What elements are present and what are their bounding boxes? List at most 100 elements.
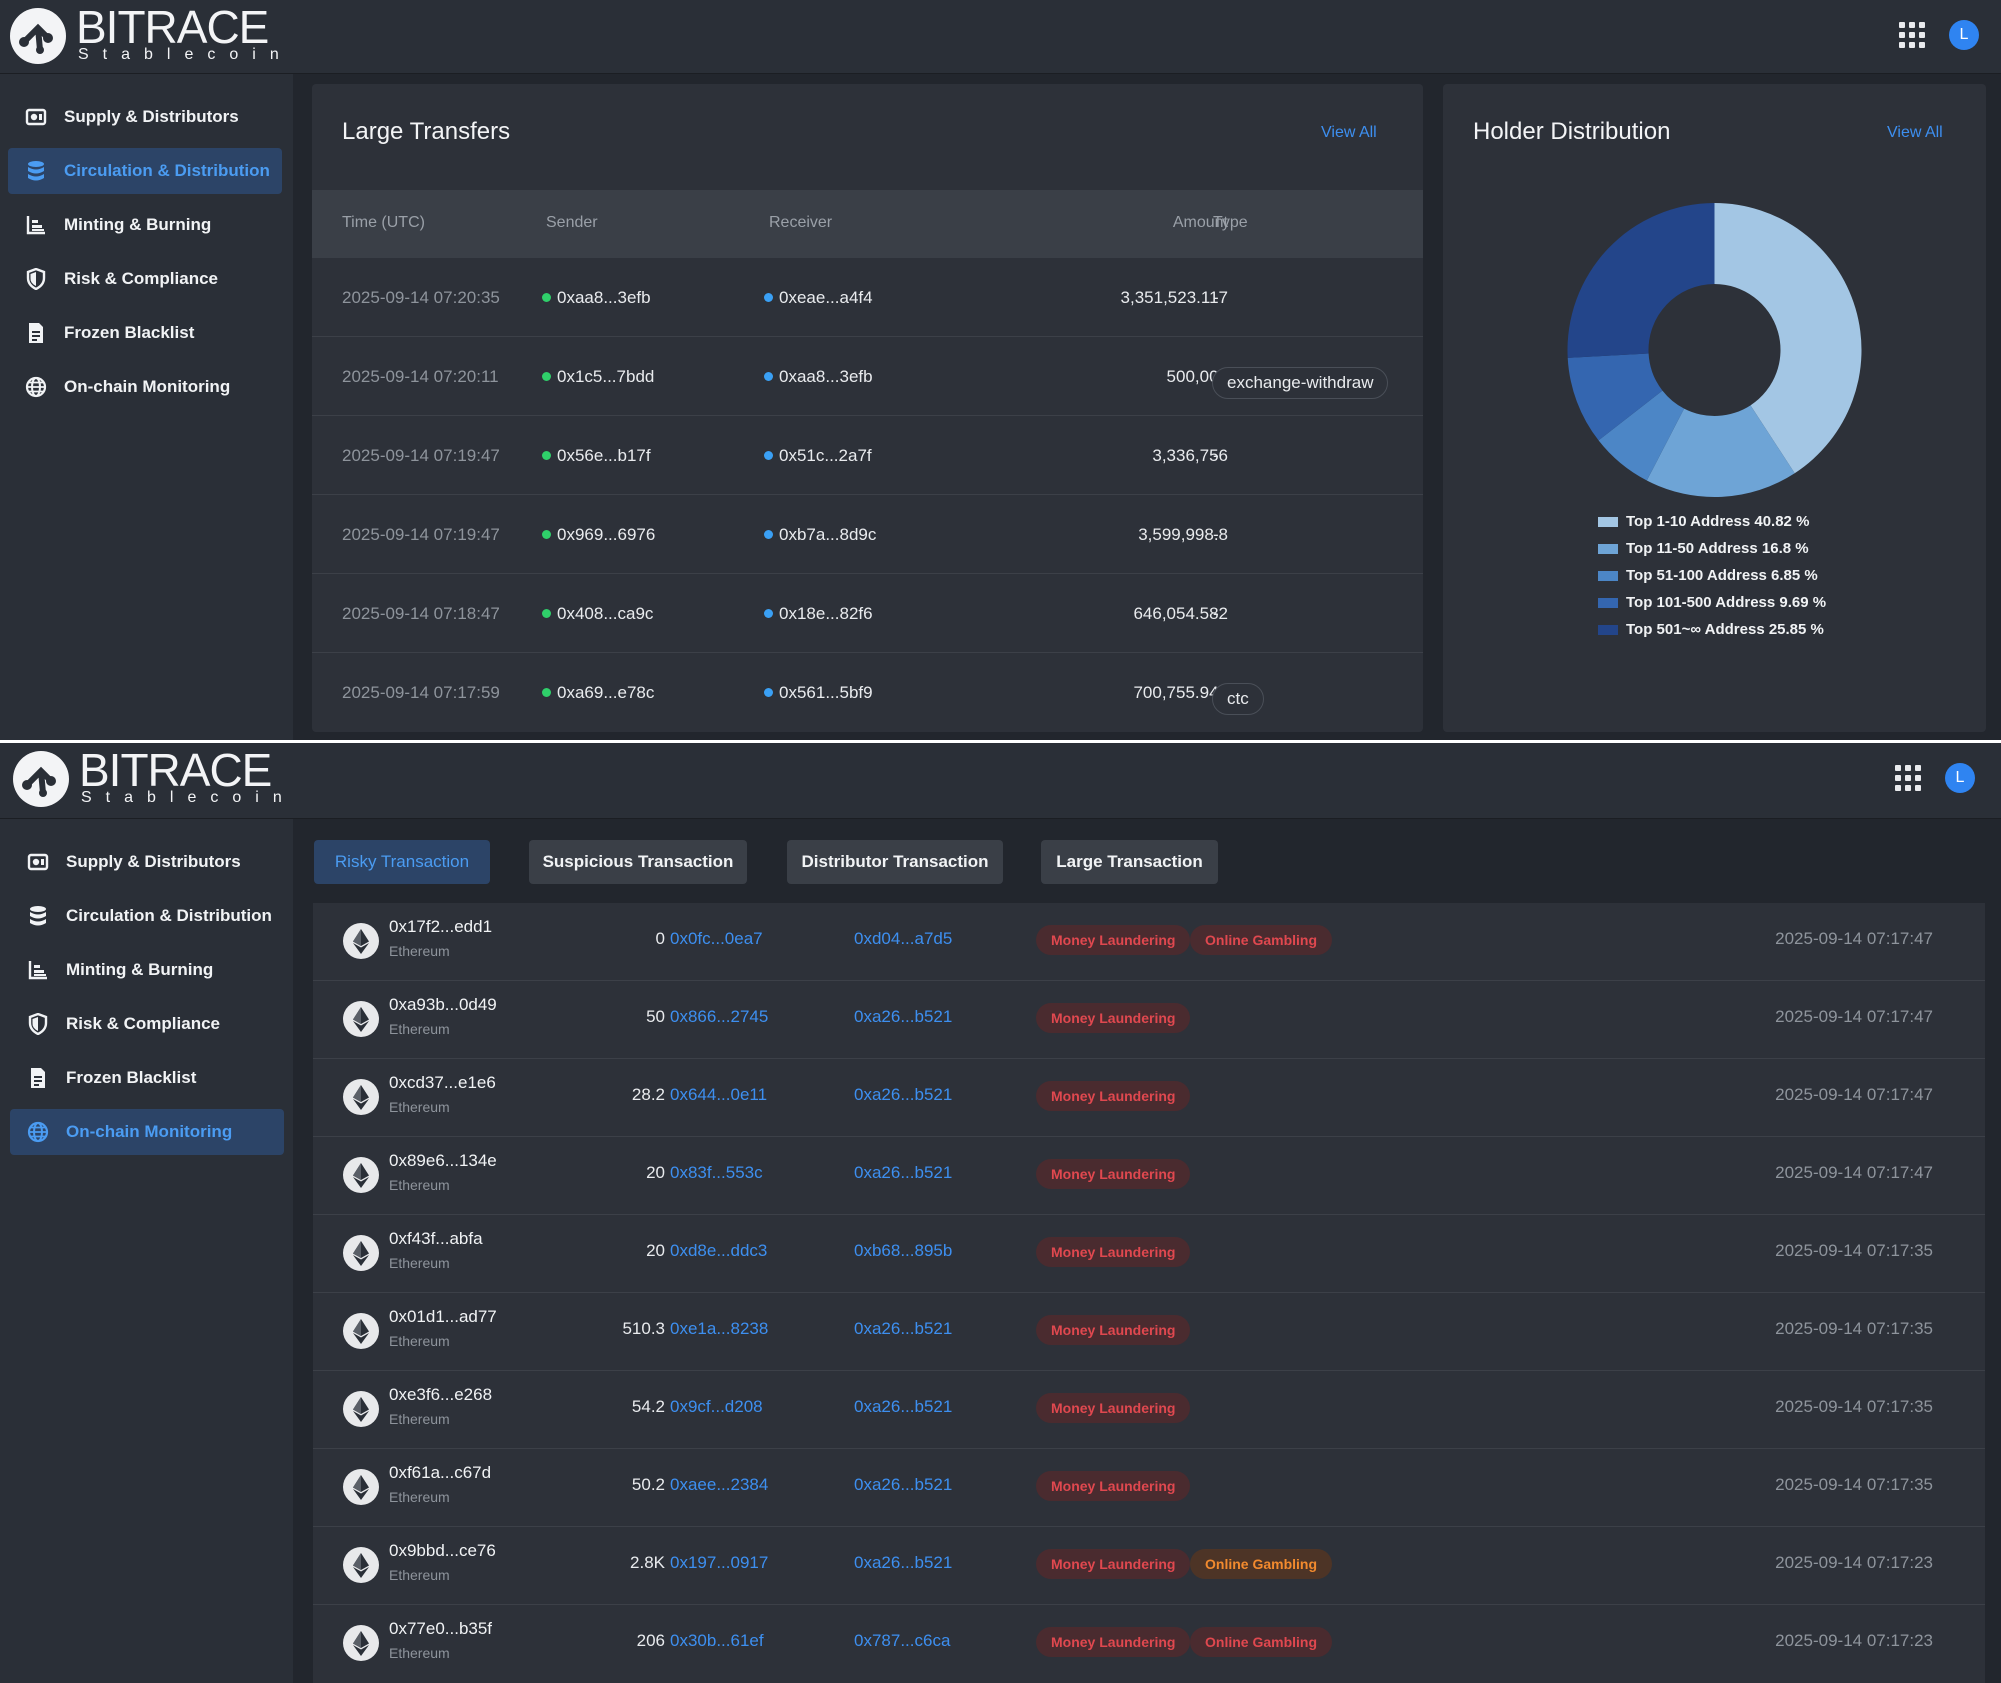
ethereum-icon xyxy=(343,1313,379,1349)
to-address[interactable]: 0xd04...a7d5 xyxy=(854,929,952,949)
receiver-cell[interactable]: 0x51c...2a7f xyxy=(764,446,872,466)
receiver-dot-icon xyxy=(764,293,773,302)
to-address[interactable]: 0xb68...895b xyxy=(854,1241,952,1261)
sidebar-item-minting-burning[interactable]: Minting & Burning xyxy=(10,947,284,993)
tx-hash[interactable]: 0xf61a...c67d xyxy=(389,1463,491,1483)
chain-name: Ethereum xyxy=(389,1099,450,1115)
sidebar-item-supply-distributors[interactable]: Supply & Distributors xyxy=(8,94,282,140)
table-row[interactable]: 2025-09-14 07:20:35 0xaa8...3efb 0xeae..… xyxy=(312,258,1423,337)
apps-grid-icon[interactable] xyxy=(1899,22,1925,48)
table-row[interactable]: 2025-09-14 07:18:47 0x408...ca9c 0x18e..… xyxy=(312,574,1423,653)
sidebar-item-label: Frozen Blacklist xyxy=(66,1068,197,1087)
table-row[interactable]: 0x17f2...edd1 Ethereum 0 0x0fc...0ea7 0x… xyxy=(313,903,1985,981)
from-address[interactable]: 0x83f...553c xyxy=(670,1163,763,1183)
tx-hash[interactable]: 0x9bbd...ce76 xyxy=(389,1541,496,1561)
sidebar-item-onchain-monitoring[interactable]: On-chain Monitoring xyxy=(10,1109,284,1155)
table-row[interactable]: 0xf61a...c67d Ethereum 50.2 0xaee...2384… xyxy=(313,1449,1985,1527)
document-icon xyxy=(24,321,48,345)
to-address[interactable]: 0xa26...b521 xyxy=(854,1553,952,1573)
risk-tag-money-laundering: Money Laundering xyxy=(1036,1003,1191,1033)
table-row[interactable]: 0xe3f6...e268 Ethereum 54.2 0x9cf...d208… xyxy=(313,1371,1985,1449)
tx-hash[interactable]: 0x77e0...b35f xyxy=(389,1619,492,1639)
sender-cell[interactable]: 0x408...ca9c xyxy=(542,604,653,624)
tx-hash[interactable]: 0x89e6...134e xyxy=(389,1151,497,1171)
sidebar-item-supply-distributors[interactable]: Supply & Distributors xyxy=(10,839,284,885)
tab-large-transaction[interactable]: Large Transaction xyxy=(1041,840,1218,884)
table-row[interactable]: 2025-09-14 07:19:47 0x56e...b17f 0x51c..… xyxy=(312,416,1423,495)
to-address[interactable]: 0xa26...b521 xyxy=(854,1163,952,1183)
tx-hash[interactable]: 0xcd37...e1e6 xyxy=(389,1073,496,1093)
to-address[interactable]: 0xa26...b521 xyxy=(854,1007,952,1027)
table-row[interactable]: 0x77e0...b35f Ethereum 206 0x30b...61ef … xyxy=(313,1605,1985,1683)
apps-grid-icon[interactable] xyxy=(1895,765,1921,791)
tx-hash[interactable]: 0xe3f6...e268 xyxy=(389,1385,492,1405)
to-address[interactable]: 0xa26...b521 xyxy=(854,1475,952,1495)
tab-risky-transaction[interactable]: Risky Transaction xyxy=(314,840,490,884)
legend-item[interactable]: Top 51-100 Address 6.85 % xyxy=(1598,562,1826,589)
sidebar-item-frozen-blacklist[interactable]: Frozen Blacklist xyxy=(10,1055,284,1101)
receiver-cell[interactable]: 0x18e...82f6 xyxy=(764,604,873,624)
sender-cell[interactable]: 0x969...6976 xyxy=(542,525,655,545)
table-row[interactable]: 0xa93b...0d49 Ethereum 50 0x866...2745 0… xyxy=(313,981,1985,1059)
from-address[interactable]: 0x0fc...0ea7 xyxy=(670,929,763,949)
table-row[interactable]: 0x01d1...ad77 Ethereum 510.3 0xe1a...823… xyxy=(313,1293,1985,1371)
view-all-link[interactable]: View All xyxy=(1321,124,1377,142)
sender-cell[interactable]: 0x1c5...7bdd xyxy=(542,367,654,387)
table-row[interactable]: 2025-09-14 07:19:47 0x969...6976 0xb7a..… xyxy=(312,495,1423,574)
to-address[interactable]: 0x787...c6ca xyxy=(854,1631,950,1651)
user-avatar[interactable]: L xyxy=(1949,20,1979,50)
bitrace-logo[interactable]: BITRACE Stablecoin xyxy=(10,3,279,68)
table-row[interactable]: 0x9bbd...ce76 Ethereum 2.8K 0x197...0917… xyxy=(313,1527,1985,1605)
to-address[interactable]: 0xa26...b521 xyxy=(854,1085,952,1105)
receiver-cell[interactable]: 0xeae...a4f4 xyxy=(764,288,873,308)
sidebar-item-circulation-distribution[interactable]: Circulation & Distribution xyxy=(8,148,282,194)
tab-distributor-transaction[interactable]: Distributor Transaction xyxy=(787,840,1003,884)
from-address[interactable]: 0x9cf...d208 xyxy=(670,1397,763,1417)
from-address[interactable]: 0xe1a...8238 xyxy=(670,1319,768,1339)
legend-item[interactable]: Top 11-50 Address 16.8 % xyxy=(1598,535,1826,562)
sidebar-item-circulation-distribution[interactable]: Circulation & Distribution xyxy=(10,893,284,939)
sender-cell[interactable]: 0xa69...e78c xyxy=(542,683,654,703)
table-row[interactable]: 2025-09-14 07:17:59 0xa69...e78c 0x561..… xyxy=(312,653,1423,732)
receiver-cell[interactable]: 0xb7a...8d9c xyxy=(764,525,876,545)
legend-item[interactable]: Top 101-500 Address 9.69 % xyxy=(1598,589,1826,616)
bitrace-logo[interactable]: BITRACE Stablecoin xyxy=(13,746,282,811)
table-row[interactable]: 2025-09-14 07:20:11 0x1c5...7bdd 0xaa8..… xyxy=(312,337,1423,416)
tx-hash[interactable]: 0xa93b...0d49 xyxy=(389,995,497,1015)
from-address[interactable]: 0xd8e...ddc3 xyxy=(670,1241,767,1261)
sender-cell[interactable]: 0xaa8...3efb xyxy=(542,288,651,308)
sidebar-item-minting-burning[interactable]: Minting & Burning xyxy=(8,202,282,248)
sidebar-item-onchain-monitoring[interactable]: On-chain Monitoring xyxy=(8,364,282,410)
from-address[interactable]: 0x30b...61ef xyxy=(670,1631,764,1651)
risk-tag-online-gambling: Online Gambling xyxy=(1190,1549,1333,1579)
tx-hash[interactable]: 0x17f2...edd1 xyxy=(389,917,492,937)
chain-name: Ethereum xyxy=(389,1567,450,1583)
tx-hash[interactable]: 0x01d1...ad77 xyxy=(389,1307,497,1327)
tab-suspicious-transaction[interactable]: Suspicious Transaction xyxy=(529,840,747,884)
amount-cell: 700,755.944 xyxy=(1133,683,1228,702)
to-address[interactable]: 0xa26...b521 xyxy=(854,1397,952,1417)
legend-item[interactable]: Top 1-10 Address 40.82 % xyxy=(1598,508,1826,535)
type-cell: - xyxy=(1213,525,1219,544)
legend-item[interactable]: Top 501~∞ Address 25.85 % xyxy=(1598,616,1826,643)
receiver-cell[interactable]: 0xaa8...3efb xyxy=(764,367,873,387)
from-address[interactable]: 0xaee...2384 xyxy=(670,1475,768,1495)
sidebar-item-risk-compliance[interactable]: Risk & Compliance xyxy=(10,1001,284,1047)
to-address[interactable]: 0xa26...b521 xyxy=(854,1319,952,1339)
from-address[interactable]: 0x197...0917 xyxy=(670,1553,768,1573)
view-all-link[interactable]: View All xyxy=(1887,124,1943,142)
from-address[interactable]: 0x644...0e11 xyxy=(670,1085,767,1105)
amount-cell: 206 xyxy=(636,1631,665,1650)
table-row[interactable]: 0x89e6...134e Ethereum 20 0x83f...553c 0… xyxy=(313,1137,1985,1215)
receiver-cell[interactable]: 0x561...5bf9 xyxy=(764,683,873,703)
type-cell: - xyxy=(1213,604,1219,623)
user-avatar[interactable]: L xyxy=(1945,763,1975,793)
table-row[interactable]: 0xcd37...e1e6 Ethereum 28.2 0x644...0e11… xyxy=(313,1059,1985,1137)
donut-slice-5[interactable] xyxy=(1567,203,1715,358)
table-row[interactable]: 0xf43f...abfa Ethereum 20 0xd8e...ddc3 0… xyxy=(313,1215,1985,1293)
sidebar-item-risk-compliance[interactable]: Risk & Compliance xyxy=(8,256,282,302)
sender-cell[interactable]: 0x56e...b17f xyxy=(542,446,651,466)
sidebar-item-frozen-blacklist[interactable]: Frozen Blacklist xyxy=(8,310,282,356)
from-address[interactable]: 0x866...2745 xyxy=(670,1007,768,1027)
tx-hash[interactable]: 0xf43f...abfa xyxy=(389,1229,483,1249)
